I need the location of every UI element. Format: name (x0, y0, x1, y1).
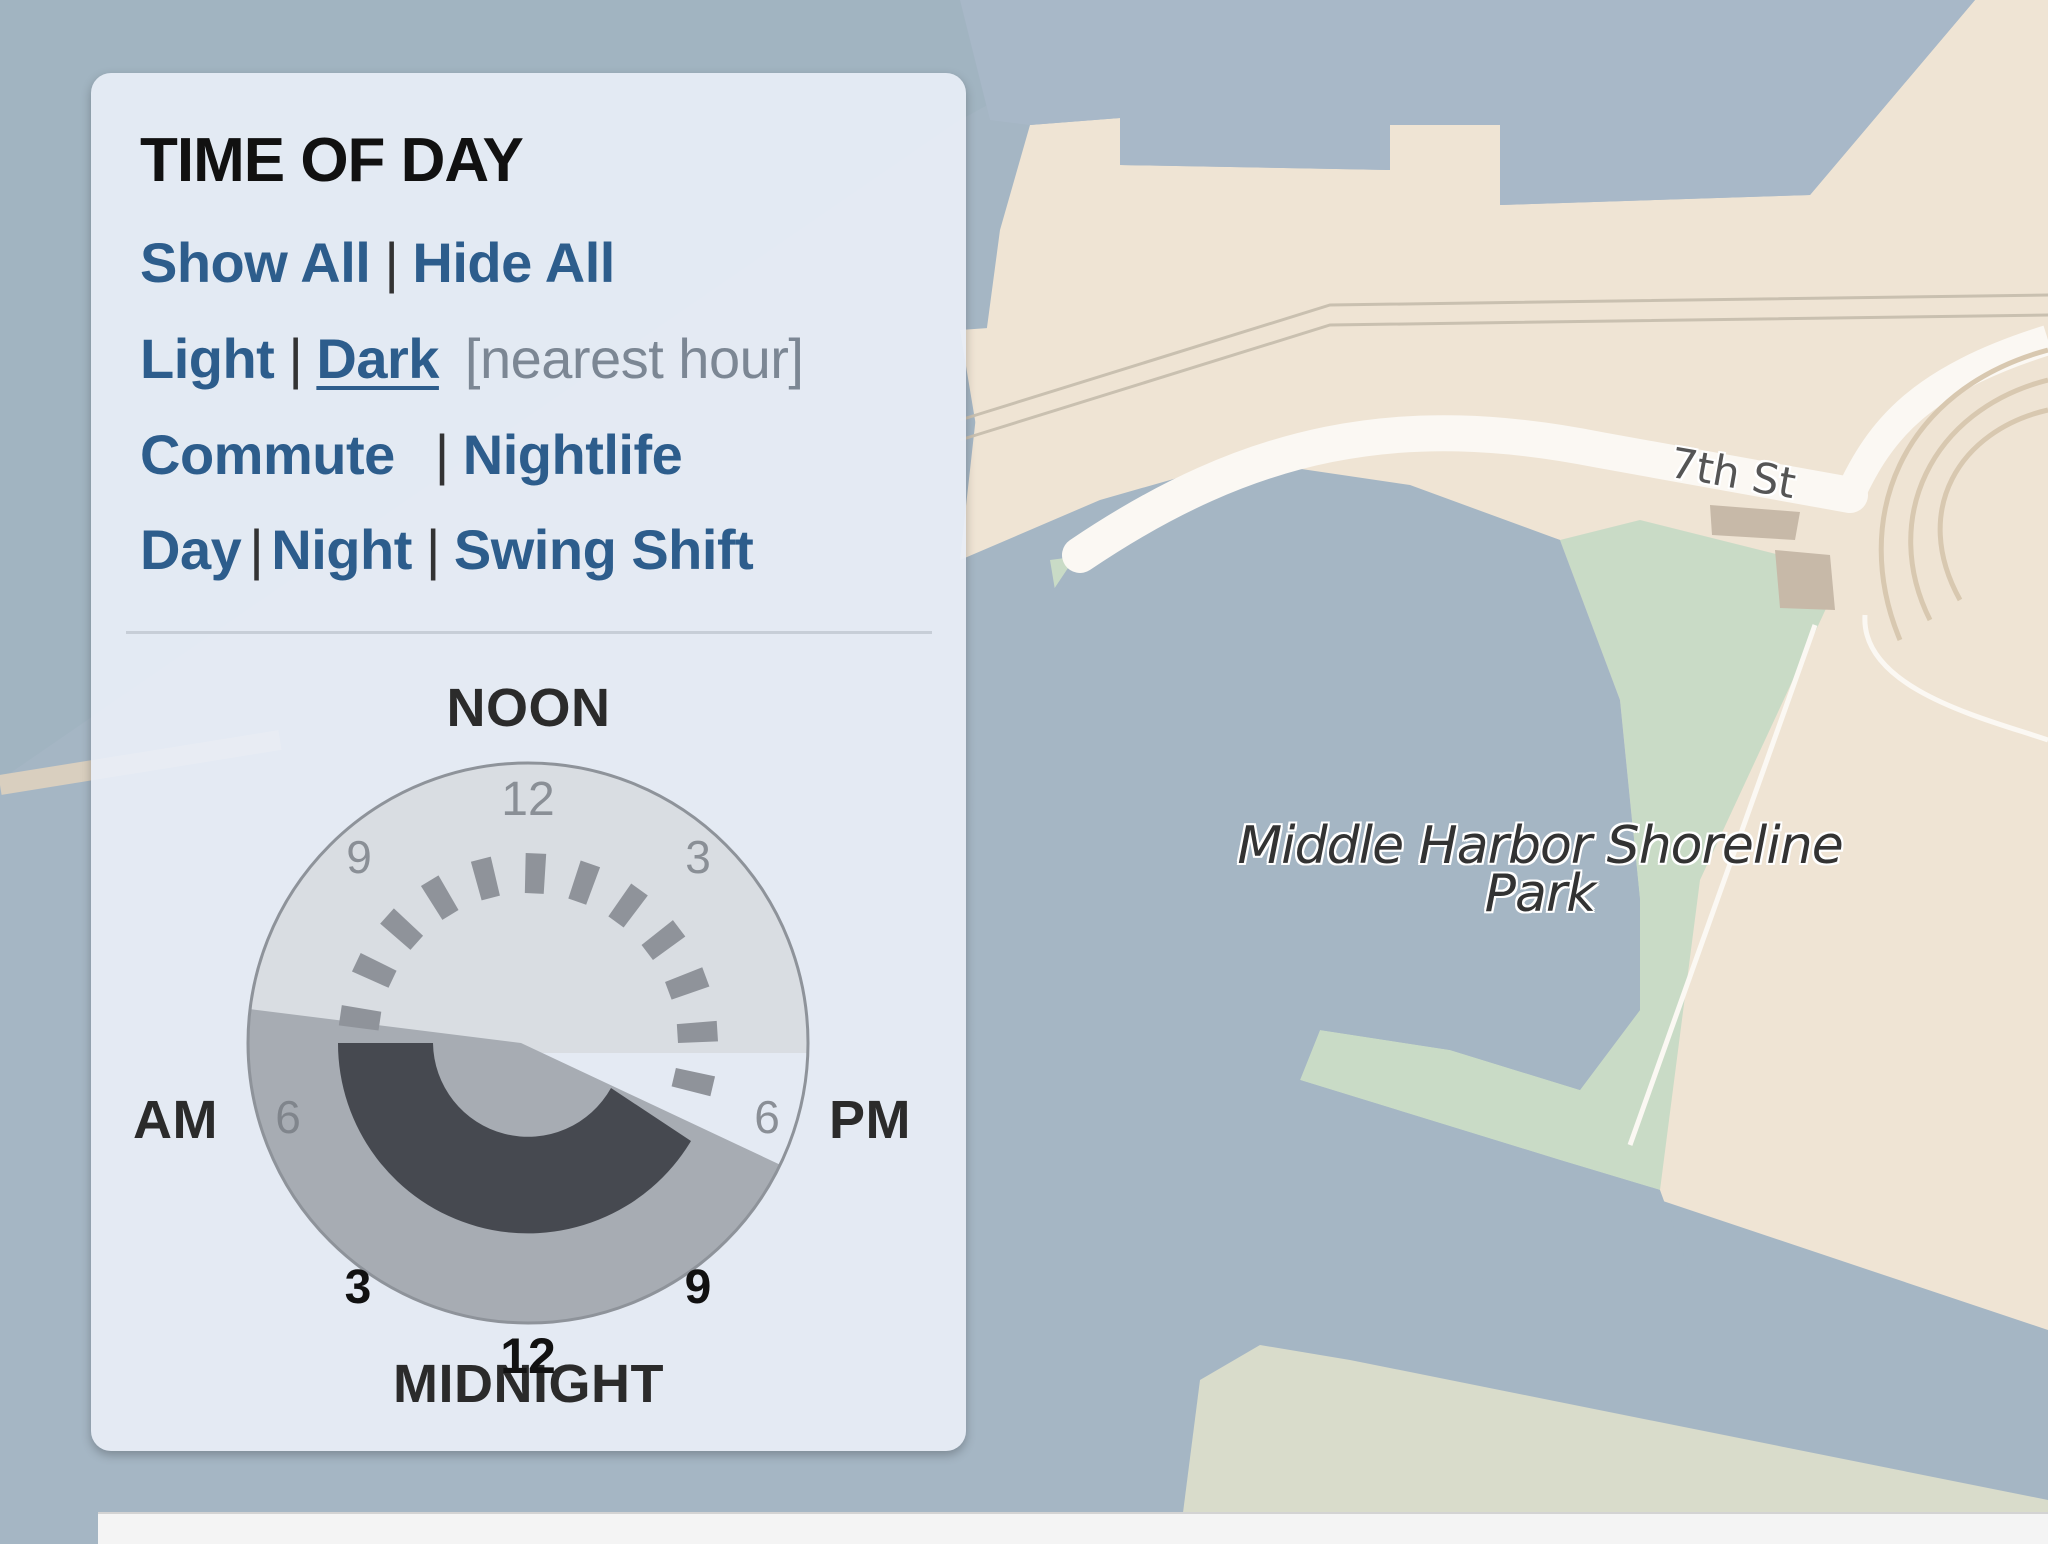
day-hour-tick (671, 1067, 716, 1097)
night-hour-6-am: 6 (275, 1091, 301, 1143)
time-of-day-panel: TIME OF DAY Show All | Hide All Light | Dark… (91, 73, 966, 1451)
day-hour-9: 9 (346, 831, 372, 883)
night-hour-9: 9 (685, 1261, 712, 1314)
night-hour-3: 3 (345, 1261, 372, 1314)
clock-area: NOON MIDNIGHT AM PM 12 3 6 9 12 3 6 9 (91, 73, 966, 1451)
bottom-toolbar-edge (98, 1512, 2048, 1544)
day-hour-3: 3 (685, 831, 711, 883)
day-hour-12: 12 (501, 773, 554, 826)
day-hour-tick (676, 1020, 718, 1044)
day-hour-tick (524, 853, 547, 894)
night-hour-12: 12 (500, 1328, 556, 1384)
day-hour-6-pm: 6 (754, 1091, 780, 1143)
time-clock-dial[interactable]: 12 3 6 9 12 3 6 9 (91, 73, 966, 1451)
park-label: Middle Harbor Shoreline Park (1237, 816, 1843, 924)
